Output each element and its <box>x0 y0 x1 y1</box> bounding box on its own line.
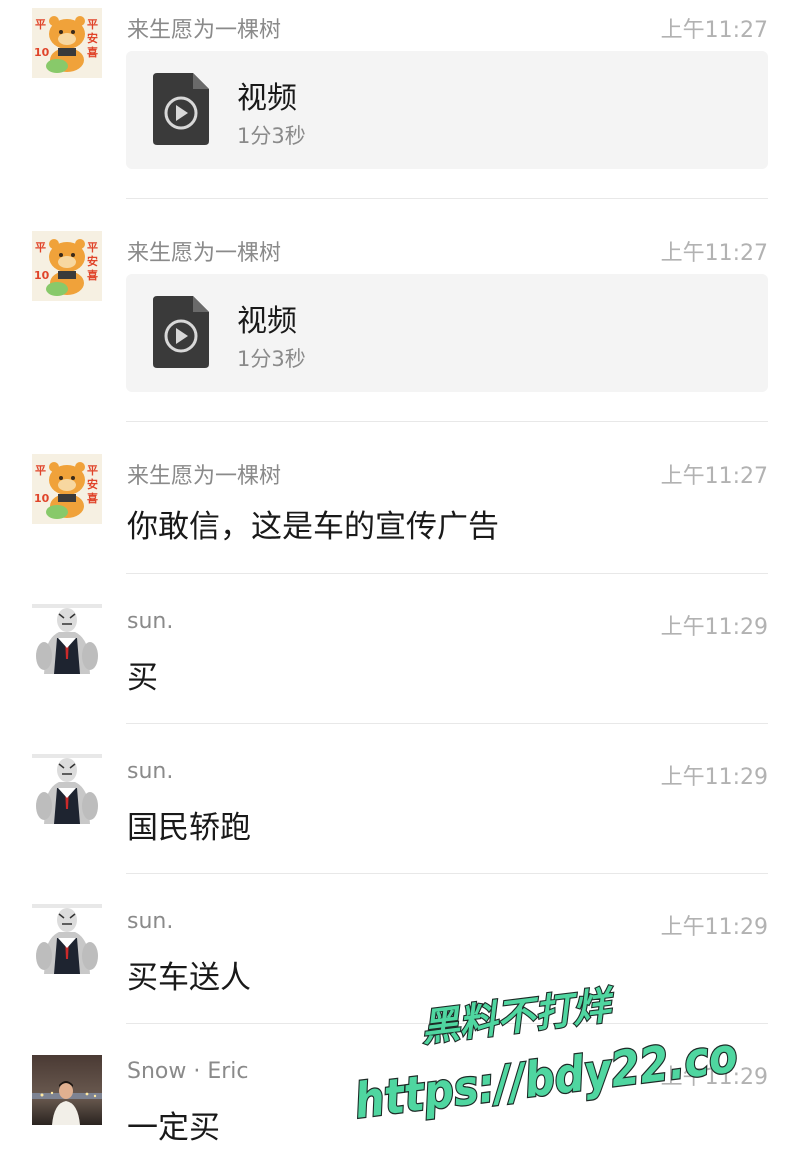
bear-sticker-avatar-icon[interactable] <box>32 8 102 78</box>
message-time: 上午11:29 <box>660 1065 768 1090</box>
message-divider <box>126 198 768 199</box>
file-name: 视频 <box>237 81 297 116</box>
photo-avatar-icon[interactable] <box>32 1055 102 1125</box>
message-text: 你敢信，这是车的宣传广告 <box>127 509 499 545</box>
tiger-suit-avatar-icon[interactable] <box>32 754 102 824</box>
message-divider <box>126 723 768 724</box>
message-divider <box>126 421 768 422</box>
bear-sticker-avatar-icon[interactable] <box>32 454 102 524</box>
message-text: 买车送人 <box>127 960 251 996</box>
video-file-card[interactable]: 视频 1分3秒 <box>126 274 768 392</box>
message-time: 上午11:27 <box>660 18 768 43</box>
message-divider <box>126 1023 768 1024</box>
file-name: 视频 <box>237 304 297 339</box>
message-divider <box>126 573 768 574</box>
sender-name: sun. <box>127 759 174 784</box>
bear-sticker-avatar-icon[interactable] <box>32 231 102 301</box>
file-duration: 1分3秒 <box>237 347 306 371</box>
sender-name: sun. <box>127 909 174 934</box>
sender-name: 来生愿为一棵树 <box>127 241 282 266</box>
video-file-icon <box>153 296 209 372</box>
video-file-icon <box>153 73 209 149</box>
sender-name: Snow · Eric <box>127 1059 249 1084</box>
message-divider <box>126 873 768 874</box>
message-time: 上午11:27 <box>660 464 768 489</box>
watermark: 黑料不打烊 https://bdy22.co <box>350 982 740 1125</box>
message-time: 上午11:27 <box>660 241 768 266</box>
sender-name: 来生愿为一棵树 <box>127 18 282 43</box>
watermark-line1: 黑料不打烊 <box>419 983 618 1050</box>
tiger-suit-avatar-icon[interactable] <box>32 604 102 674</box>
message-time: 上午11:29 <box>660 765 768 790</box>
message-time: 上午11:29 <box>660 915 768 940</box>
sender-name: sun. <box>127 609 174 634</box>
message-time: 上午11:29 <box>660 615 768 640</box>
message-text: 国民轿跑 <box>127 810 251 846</box>
tiger-suit-avatar-icon[interactable] <box>32 904 102 974</box>
file-duration: 1分3秒 <box>237 124 306 148</box>
message-text: 买 <box>127 660 158 696</box>
message-text: 一定买 <box>127 1110 220 1146</box>
video-file-card[interactable]: 视频 1分3秒 <box>126 51 768 169</box>
sender-name: 来生愿为一棵树 <box>127 464 282 489</box>
